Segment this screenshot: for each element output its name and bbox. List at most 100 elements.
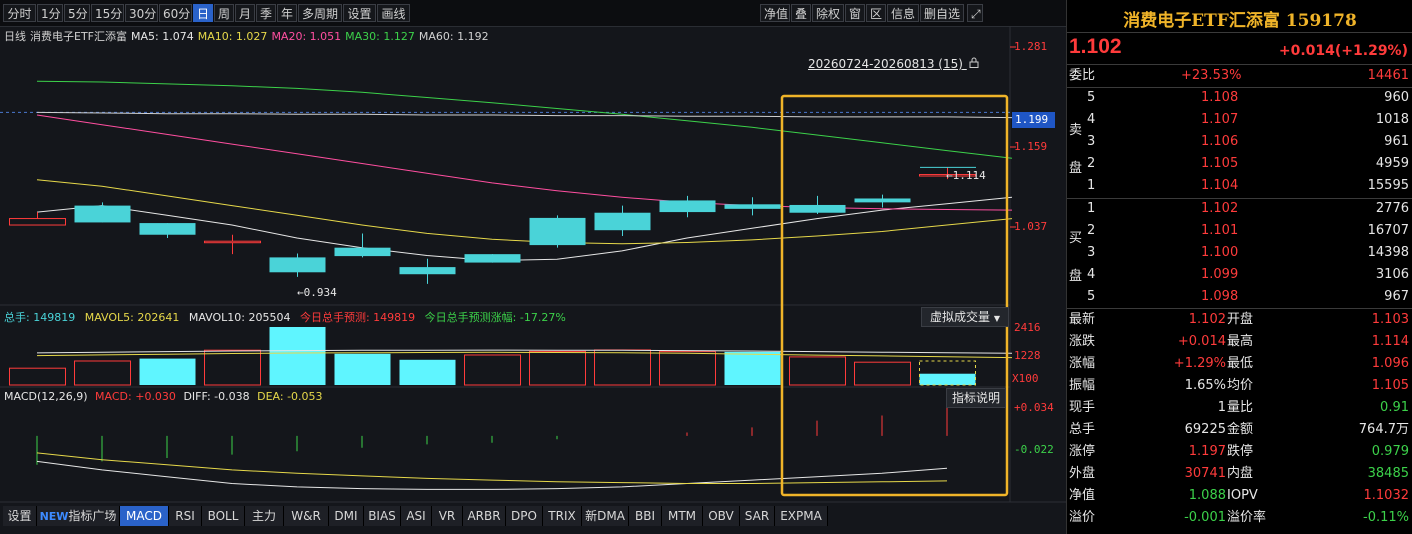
stat-value: +1.29% (1173, 356, 1226, 371)
tab-indicator-10[interactable]: DPO (506, 506, 543, 526)
order-level: 5 (1087, 90, 1096, 105)
ma-line-ma30 (36, 80, 1013, 159)
tab-indicator-2[interactable]: BOLL (202, 506, 245, 526)
volume-forecast: 今日总手预测: 149819 (299, 311, 416, 324)
stat-value: 1.197 (1188, 444, 1226, 459)
volume-bar (464, 354, 521, 386)
tab-indicator-8[interactable]: VR (432, 506, 463, 526)
tab-indicator-plaza[interactable]: NEW指标广场 (37, 506, 120, 526)
tab-indicator-14[interactable]: MTM (662, 506, 703, 526)
tab-indicator-4[interactable]: W&R (284, 506, 329, 526)
order-price: 1.098 (1201, 289, 1239, 304)
tab-indicator-16[interactable]: SAR (740, 506, 775, 526)
weibi-pct: +23.53% (1181, 68, 1242, 83)
stat-label: 金额 (1227, 422, 1254, 437)
order-level: 2 (1087, 223, 1096, 238)
volume-scale-top: 2416 (1014, 321, 1041, 334)
order-row[interactable]: 3 1.106 961 (1067, 131, 1412, 153)
tab-settings[interactable]: 设置 (3, 506, 37, 526)
price-chart[interactable] (0, 0, 1066, 534)
volume-bar (789, 356, 846, 386)
tab-indicator-13[interactable]: BBI (629, 506, 662, 526)
candle-body (74, 205, 131, 223)
volume-scale-mid: 1228 (1014, 349, 1041, 362)
order-volume: 1018 (1375, 112, 1409, 127)
order-volume: 960 (1384, 90, 1409, 105)
dropdown-arrow-icon: ▼ (993, 314, 1000, 323)
order-row[interactable]: 1 1.102 2776 (1067, 198, 1412, 220)
tab-indicator-11[interactable]: TRIX (543, 506, 582, 526)
mavol5-line (36, 351, 1013, 359)
order-row[interactable]: 1 1.104 15595 (1067, 175, 1412, 197)
stat-value: +0.014 (1177, 334, 1226, 349)
tab-indicator-6[interactable]: BIAS (364, 506, 401, 526)
stat-value: 69225 (1184, 422, 1226, 437)
order-row[interactable]: 4 1.107 1018 (1067, 109, 1412, 131)
volume-legend: 总手: 149819 MAVOL5: 202641 MAVOL10: 20550… (4, 309, 566, 325)
order-row[interactable]: 5 1.108 960 (1067, 87, 1412, 109)
price-change: +0.014(+1.29%) (1278, 43, 1408, 59)
low-marker-label: ←0.934 (297, 286, 337, 299)
stat-label: 内盘 (1227, 466, 1254, 481)
stat-label: 总手 (1069, 422, 1096, 437)
order-row[interactable]: 3 1.100 14398 (1067, 242, 1412, 264)
stat-value: 1.103 (1371, 312, 1409, 327)
tab-indicator-5[interactable]: DMI (329, 506, 364, 526)
stat-value: 0.91 (1380, 400, 1409, 415)
tab-indicator-12[interactable]: 新DMA (582, 506, 629, 526)
high-marker-label: ←1.114 (946, 169, 986, 182)
volume-bar (594, 349, 651, 386)
stat-value: 1.102 (1188, 312, 1226, 327)
indicator-help-button[interactable]: 指标说明 (946, 388, 1006, 408)
volume-bar (204, 349, 261, 386)
tab-indicator-15[interactable]: OBV (703, 506, 740, 526)
kline-chart-area[interactable]: 分时 1分 5分 15分 30分 60分日周月季年多周期 设置 画线 净值叠除权窗区信息 删自选 ⤢… (0, 0, 1066, 534)
volume-bar (139, 358, 196, 385)
order-price: 1.105 (1201, 156, 1239, 171)
stat-value: 764.7万 (1358, 422, 1409, 437)
tab-indicator-3[interactable]: 主力 (245, 506, 284, 526)
stat-value: 30741 (1184, 466, 1226, 481)
tab-indicator-1[interactable]: RSI (169, 506, 202, 526)
order-row[interactable]: 4 1.099 3106 (1067, 264, 1412, 286)
ma-line-ma20 (36, 114, 1013, 211)
stat-label: 最新 (1069, 312, 1096, 327)
order-row[interactable]: 5 1.098 967 (1067, 286, 1412, 308)
stat-row: 净值 1.088 IOPV 1.1032 (1067, 485, 1412, 507)
lock-icon (969, 57, 979, 71)
order-level: 1 (1087, 178, 1096, 193)
indicator-tab-bar: 设置 NEW指标广场 MACD RSI BOLL 主力 W&R DMI BIAS ASI VR ARB… (0, 506, 1066, 526)
tab-indicator-17[interactable]: EXPMA (775, 506, 828, 526)
stat-label: 开盘 (1227, 312, 1254, 327)
order-row[interactable]: 2 1.101 16707 (1067, 220, 1412, 242)
stat-label: IOPV (1227, 488, 1258, 503)
order-price: 1.106 (1201, 134, 1239, 149)
dea-value: DEA: -0.053 (257, 390, 323, 403)
tab-indicator-7[interactable]: ASI (401, 506, 432, 526)
stat-value: 0.979 (1371, 444, 1409, 459)
stat-row: 总手 69225 金额 764.7万 (1067, 419, 1412, 441)
order-volume: 3106 (1375, 267, 1409, 282)
quote-panel: 消费电子ETF汇添富 159178 1.102 +0.014(+1.29%) 委… (1066, 0, 1412, 534)
virtual-volume-button[interactable]: 虚拟成交量 ▼ (921, 307, 1009, 327)
volume-bar (659, 351, 716, 386)
order-level: 1 (1087, 201, 1096, 216)
stat-label: 均价 (1227, 378, 1254, 393)
tab-indicator-9[interactable]: ARBR (463, 506, 506, 526)
candle-body (659, 200, 716, 213)
candle-body (139, 223, 196, 235)
total-hand: 总手: 149819 (4, 311, 76, 324)
stat-value: 1.1032 (1363, 488, 1410, 503)
arrow-left-icon: ← (297, 286, 304, 299)
period-range-label[interactable]: 20260724-20260813 (15) (808, 57, 979, 71)
candle-body (724, 204, 781, 209)
tab-indicator-0[interactable]: MACD (120, 506, 169, 526)
price-scale-high: 1.281 (1014, 40, 1048, 53)
volume-bar (334, 353, 391, 385)
order-row[interactable]: 2 1.105 4959 (1067, 153, 1412, 175)
stat-value: 1 (1217, 400, 1226, 415)
candle-body (204, 240, 261, 244)
volume-bar (919, 373, 976, 385)
stat-value: 1.088 (1188, 488, 1226, 503)
volume-bar (74, 360, 131, 386)
